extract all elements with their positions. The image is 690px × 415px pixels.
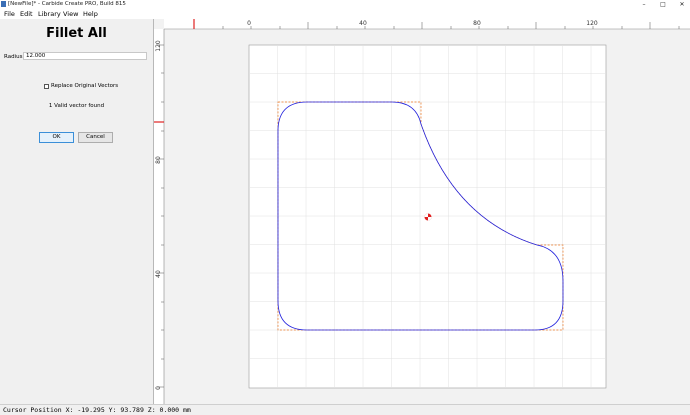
- origin-marker-icon[interactable]: [424, 213, 432, 221]
- left-ruler-label-80: 80: [155, 156, 162, 164]
- title-bar: [NewFile]* - Carbide Create PRO, Build 8…: [0, 0, 690, 9]
- replace-vectors-label: Replace Original Vectors: [51, 83, 119, 89]
- vector-status: 1 Valid vector found: [48, 103, 105, 109]
- cancel-button[interactable]: Cancel: [78, 132, 113, 143]
- top-ruler: [164, 19, 690, 29]
- left-ruler-label-120: 120: [155, 40, 162, 52]
- canvas-svg: 0 40 80 120 120 80 40 0: [154, 19, 690, 404]
- menu-help[interactable]: Help: [83, 9, 98, 19]
- close-icon[interactable]: ✕: [674, 0, 690, 9]
- menu-edit[interactable]: Edit: [20, 9, 33, 19]
- panel-heading: Fillet All: [46, 26, 107, 41]
- top-ruler-label-40: 40: [359, 20, 367, 27]
- design-canvas[interactable]: 0 40 80 120 120 80 40 0: [154, 19, 690, 404]
- menu-bar: File Edit Library View Help: [0, 9, 690, 19]
- menu-file[interactable]: File: [4, 9, 15, 19]
- menu-view[interactable]: View: [63, 9, 78, 19]
- left-ruler-label-0: 0: [155, 386, 162, 390]
- window-title: [NewFile]* - Carbide Create PRO, Build 8…: [8, 1, 126, 7]
- app-icon: [1, 1, 6, 7]
- top-ruler-label-0: 0: [247, 20, 251, 27]
- top-ruler-label-120: 120: [586, 20, 598, 27]
- left-ruler: [154, 29, 164, 404]
- radius-label: Radius: [4, 54, 23, 60]
- replace-vectors-checkbox[interactable]: [44, 84, 49, 89]
- ok-button[interactable]: OK: [39, 132, 74, 143]
- radius-input[interactable]: [23, 52, 147, 60]
- left-ruler-label-40: 40: [155, 270, 162, 278]
- fillet-panel: Fillet All Radius Replace Original Vecto…: [0, 19, 154, 404]
- minimize-icon[interactable]: –: [636, 0, 652, 9]
- status-bar: Cursor Position X: -19.295 Y: 93.789 Z: …: [0, 404, 690, 415]
- menu-library[interactable]: Library: [38, 9, 61, 19]
- maximize-icon[interactable]: □: [655, 0, 671, 9]
- top-ruler-label-80: 80: [473, 20, 481, 27]
